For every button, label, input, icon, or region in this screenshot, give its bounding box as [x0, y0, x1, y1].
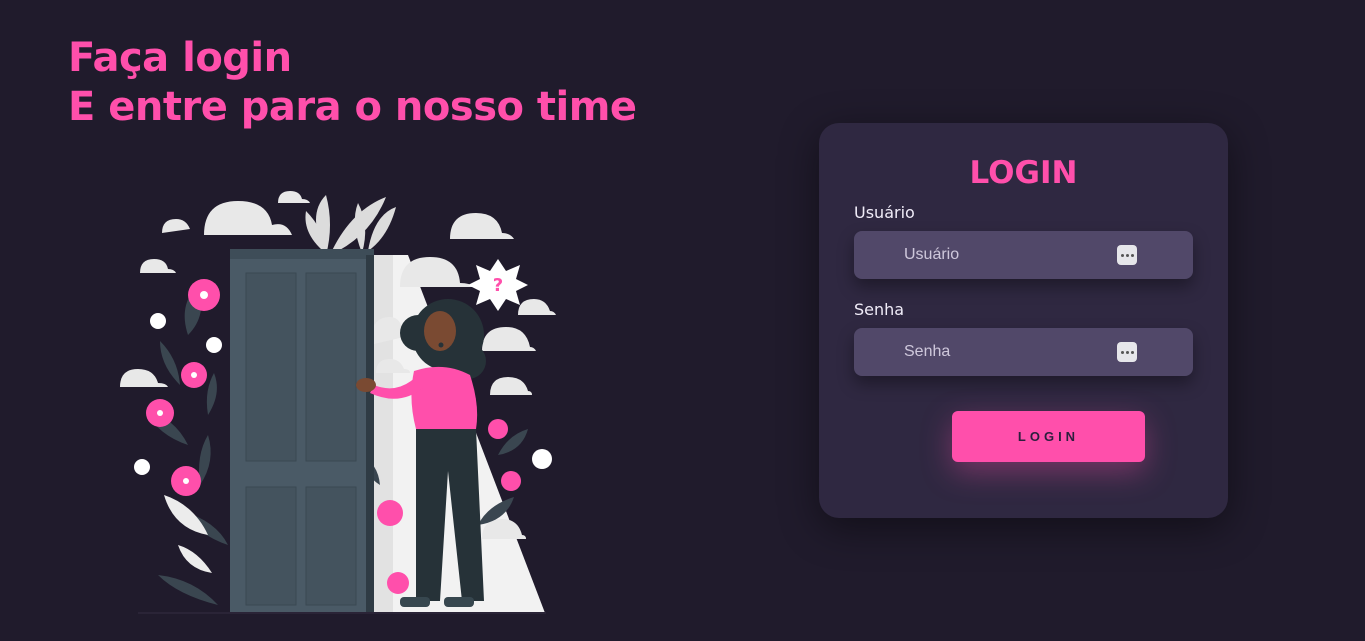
login-card: LOGIN Usuário Senha LOGIN	[819, 123, 1228, 518]
username-field-wrapper	[854, 231, 1193, 279]
password-manager-icon[interactable]	[1117, 342, 1137, 362]
login-button[interactable]: LOGIN	[952, 411, 1145, 462]
login-title: LOGIN	[969, 155, 1078, 191]
username-input[interactable]	[854, 231, 1193, 279]
login-page: Faça login E entre para o nosso time ? L…	[0, 0, 1365, 641]
password-field-wrapper	[854, 328, 1193, 376]
question-mark: ?	[493, 275, 503, 296]
headline: Faça login E entre para o nosso time	[68, 34, 637, 132]
woman-opening-door-illustration: ?	[120, 191, 556, 614]
username-label: Usuário	[854, 203, 915, 222]
password-input[interactable]	[854, 328, 1193, 376]
headline-line-2: E entre para o nosso time	[68, 84, 637, 130]
password-manager-icon[interactable]	[1117, 245, 1137, 265]
headline-line-1: Faça login	[68, 35, 292, 81]
password-label: Senha	[854, 300, 905, 319]
